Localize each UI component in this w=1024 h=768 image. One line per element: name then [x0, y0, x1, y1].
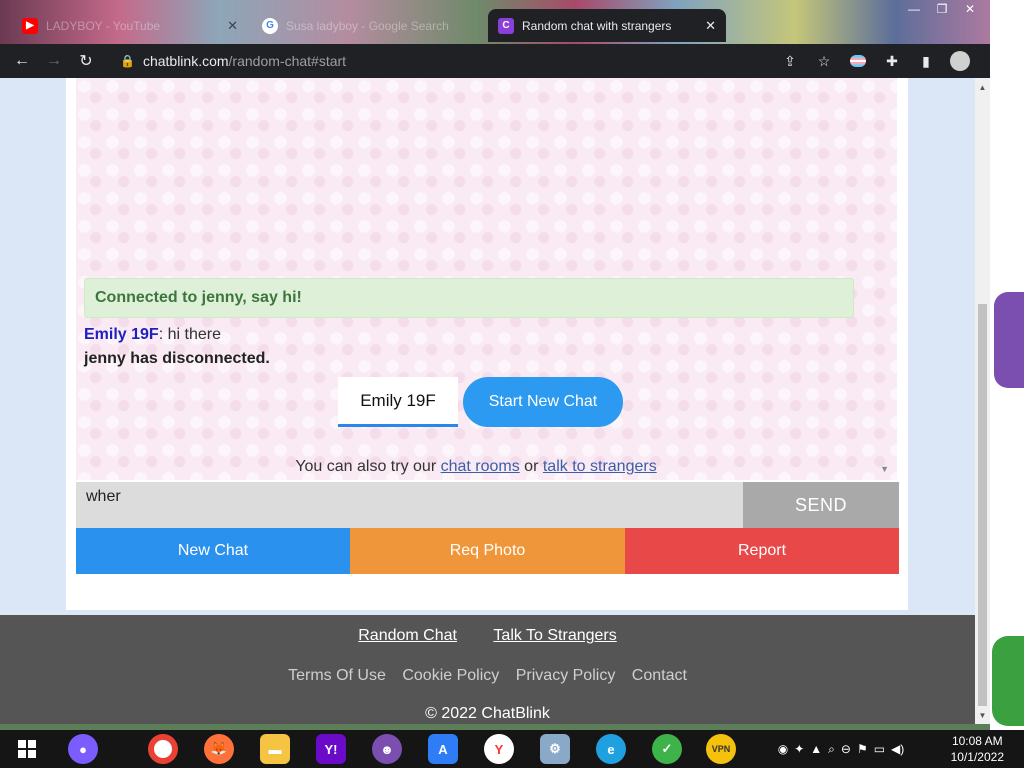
- window-controls: — ❐ ✕: [894, 0, 994, 20]
- minus-tray-icon[interactable]: ⊖: [841, 742, 851, 756]
- site-footer: Random Chat Talk To Strangers Terms Of U…: [0, 615, 975, 724]
- tab-chatblink[interactable]: C Random chat with strangers ✕: [488, 9, 726, 42]
- chat-log: Connected to jenny, say hi! Emily 19F: h…: [76, 78, 897, 480]
- tab-title: Random chat with strangers: [522, 18, 672, 33]
- tab-title: Susa ladyboy - Google Search: [286, 18, 449, 33]
- scroll-up-icon[interactable]: ▲: [975, 80, 990, 94]
- chat-container: Connected to jenny, say hi! Emily 19F: h…: [66, 78, 908, 610]
- green-app-icon[interactable]: ✓: [652, 734, 682, 764]
- alt-prefix: You can also try our: [295, 458, 441, 475]
- privacy-policy-link[interactable]: Privacy Policy: [516, 667, 616, 684]
- terms-of-use-link[interactable]: Terms Of Use: [288, 667, 386, 684]
- message-separator: :: [158, 326, 168, 343]
- page-viewport: Connected to jenny, say hi! Emily 19F: h…: [0, 78, 975, 724]
- scroll-down-icon[interactable]: ▼: [975, 708, 990, 722]
- close-tab-icon[interactable]: ✕: [227, 18, 238, 34]
- volume-icon[interactable]: ◀): [891, 742, 904, 756]
- purple-gorilla-mascot-icon: [994, 292, 1024, 388]
- chat-scroll-down-icon[interactable]: ▼: [880, 464, 889, 474]
- chart-tray-icon[interactable]: ▲: [810, 742, 822, 756]
- report-button[interactable]: Report: [625, 528, 899, 574]
- system-tray: ◉ ✦ ▲ ⌕ ⊖ ⚑ ▭ ◀): [752, 730, 930, 768]
- chat-rooms-link[interactable]: chat rooms: [441, 458, 520, 475]
- vpn-pro-icon[interactable]: VPN: [706, 734, 736, 764]
- search-tray-icon[interactable]: ⌕: [828, 742, 835, 757]
- lock-icon: 🔒: [120, 54, 135, 68]
- message-input[interactable]: wher: [76, 482, 743, 528]
- yandex-browser-icon[interactable]: Y: [484, 734, 514, 764]
- cookie-policy-link[interactable]: Cookie Policy: [402, 667, 499, 684]
- address-path: /random-chat#start: [228, 53, 347, 69]
- copyright: © 2022 ChatBlink: [425, 705, 550, 722]
- bookmark-star-icon[interactable]: ☆: [808, 45, 840, 77]
- google-icon: G: [262, 17, 278, 34]
- address-domain: chatblink.com: [142, 53, 229, 69]
- status-text: Connected to jenny, say hi!: [95, 289, 302, 306]
- request-photo-button[interactable]: Req Photo: [350, 528, 625, 574]
- new-chat-button[interactable]: New Chat: [76, 528, 350, 574]
- alt-middle: or: [519, 458, 543, 475]
- windows-start-icon[interactable]: [12, 734, 42, 764]
- footer-random-chat-link[interactable]: Random Chat: [358, 627, 457, 644]
- talk-to-strangers-link[interactable]: talk to strangers: [543, 458, 657, 475]
- minimize-icon[interactable]: —: [902, 0, 926, 18]
- puzzle-extension-icon[interactable]: ✚: [876, 45, 908, 77]
- flag-tray-icon[interactable]: ⚑: [857, 742, 868, 756]
- close-tab-icon[interactable]: ✕: [705, 18, 716, 34]
- vpn-tray-icon[interactable]: ◉: [778, 742, 788, 756]
- edge-icon[interactable]: e: [596, 734, 626, 764]
- forward-icon[interactable]: →: [38, 45, 70, 77]
- bonzi-buddy-icon[interactable]: ☻: [372, 734, 402, 764]
- firefox-icon[interactable]: 🦊: [204, 734, 234, 764]
- browser-tab-strip: ▶ LADYBOY - YouTube ✕ G Susa ladyboy - G…: [0, 0, 994, 44]
- banana-tray-icon[interactable]: ✦: [794, 742, 804, 756]
- profile-icon[interactable]: [944, 45, 976, 77]
- back-icon[interactable]: ←: [6, 45, 38, 77]
- connection-status-banner: Connected to jenny, say hi!: [84, 278, 854, 318]
- clock-time: 10:08 AM: [951, 734, 1003, 748]
- alice-icon[interactable]: ●: [68, 734, 98, 764]
- installer-icon[interactable]: ⚙: [540, 734, 570, 764]
- chat-message: Emily 19F: hi there: [84, 326, 221, 344]
- green-parrot-mascot-icon: [992, 636, 1024, 726]
- maximize-icon[interactable]: ❐: [930, 0, 954, 18]
- network-icon[interactable]: ▭: [874, 742, 885, 756]
- footer-talk-to-strangers-link[interactable]: Talk To Strangers: [493, 627, 616, 644]
- address-bar[interactable]: 🔒 chatblink.com/random-chat#start: [110, 48, 830, 74]
- clock-date: 10/1/2022: [950, 750, 1004, 764]
- close-window-icon[interactable]: ✕: [958, 0, 982, 18]
- chatblink-icon: C: [498, 17, 514, 34]
- side-panel-icon[interactable]: ▮: [910, 45, 942, 77]
- tab-google-search[interactable]: G Susa ladyboy - Google Search: [252, 9, 484, 42]
- scroll-thumb[interactable]: [978, 304, 987, 706]
- disconnect-notice: jenny has disconnected.: [84, 350, 270, 367]
- message-author: Emily 19F: [84, 326, 159, 343]
- windows-taskbar: ● 🦊 ▬ Y! ☻ A Y ⚙ e ✓ VPN ◉ ✦ ▲ ⌕ ⊖ ⚑ ▭ ◀…: [0, 730, 1024, 768]
- message-text: hi there: [167, 326, 221, 343]
- send-button[interactable]: SEND: [743, 482, 899, 528]
- start-new-chat-button[interactable]: Start New Chat: [463, 377, 623, 427]
- chrome-icon[interactable]: [148, 734, 178, 764]
- share-icon[interactable]: ⇪: [774, 45, 806, 77]
- tab-title: LADYBOY - YouTube: [46, 18, 161, 33]
- youtube-icon: ▶: [22, 17, 38, 34]
- file-explorer-icon[interactable]: ▬: [260, 734, 290, 764]
- tab-youtube[interactable]: ▶ LADYBOY - YouTube ✕: [12, 9, 248, 42]
- alternative-options-line: You can also try our chat rooms or talk …: [76, 458, 876, 476]
- taskbar-clock[interactable]: 10:08 AM 10/1/2022: [951, 733, 1004, 765]
- identity-badge: Emily 19F: [338, 377, 458, 427]
- page-scrollbar[interactable]: ▲ ▼: [975, 78, 990, 724]
- toolbar-actions: ⇪ ☆ ✚ ▮ ⋮: [774, 44, 1010, 78]
- footer-nav: Random Chat Talk To Strangers: [0, 627, 975, 645]
- footer-links: Terms Of Use Cookie Policy Privacy Polic…: [0, 667, 975, 685]
- flag-extension-icon[interactable]: [842, 45, 874, 77]
- launcher-icon[interactable]: A: [428, 734, 458, 764]
- reload-icon[interactable]: ↻: [70, 45, 102, 77]
- contact-link[interactable]: Contact: [632, 667, 687, 684]
- yahoo-messenger-icon[interactable]: Y!: [316, 734, 346, 764]
